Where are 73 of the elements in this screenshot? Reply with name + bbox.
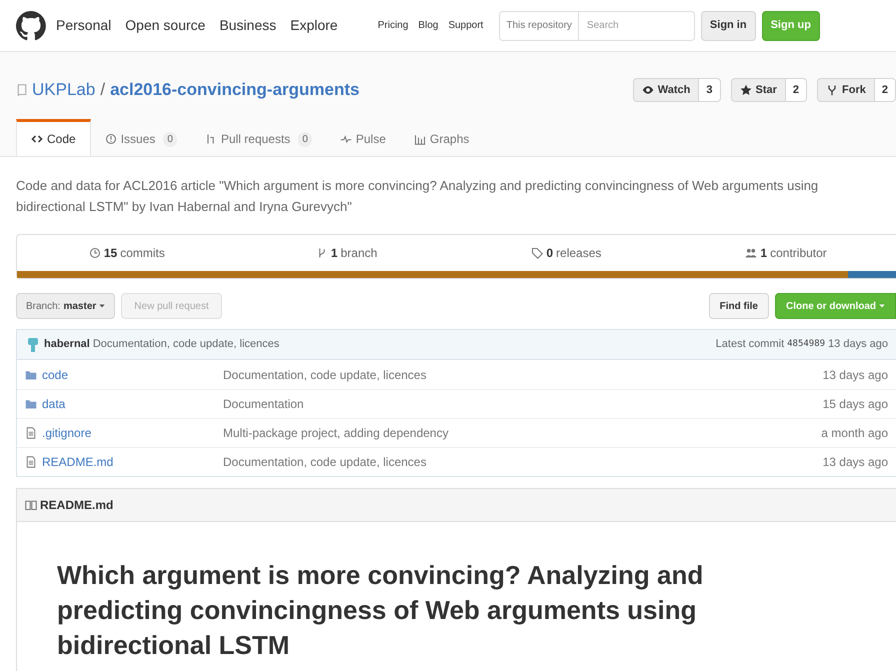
caret-icon bbox=[99, 303, 106, 309]
count-badge[interactable]: 2 bbox=[786, 78, 808, 102]
nav-link[interactable]: Pricing bbox=[378, 18, 408, 33]
folder-icon bbox=[25, 398, 37, 410]
commit-age: a month ago bbox=[821, 425, 888, 442]
nav-link[interactable]: Support bbox=[448, 18, 484, 33]
commit-message-link[interactable]: Multi-package project, adding dependency bbox=[223, 424, 448, 442]
eye-button[interactable]: Watch bbox=[632, 78, 700, 102]
folder-icon bbox=[25, 368, 37, 380]
tab[interactable]: Graphs bbox=[400, 119, 484, 156]
github-logo bbox=[16, 10, 46, 40]
commit-age: 13 days ago bbox=[828, 337, 888, 352]
fork-button[interactable]: Fork bbox=[817, 78, 875, 102]
file-link[interactable]: code bbox=[42, 366, 68, 384]
file-icon bbox=[25, 427, 37, 439]
nav-link[interactable]: Business bbox=[219, 15, 276, 36]
commit-age: 13 days ago bbox=[822, 366, 888, 384]
branch-select[interactable]: Branch: master bbox=[16, 293, 116, 319]
commit-age: 15 days ago bbox=[822, 396, 888, 413]
sign-in-button[interactable]: Sign in bbox=[700, 10, 756, 40]
count-badge[interactable]: 2 bbox=[874, 78, 896, 102]
tab[interactable]: Issues 0 bbox=[90, 119, 191, 156]
bar-chart-icon bbox=[414, 133, 426, 145]
path-separator: / bbox=[100, 79, 106, 102]
latest-commit-label: Latest commit bbox=[716, 337, 784, 352]
readme-title: README.md bbox=[40, 497, 114, 514]
count-badge[interactable]: 3 bbox=[699, 78, 720, 102]
tab[interactable]: Code bbox=[16, 119, 91, 156]
tab[interactable]: Pulse bbox=[326, 119, 400, 156]
repo-description: Code and data for ACL2016 article "Which argument is more convincing? Analyzing and predicting convincingness of Web arguments using bidirectional LSTM" by Ivan Habernal and Iryna Gurevych" bbox=[16, 177, 820, 216]
people-icon bbox=[745, 247, 758, 259]
star-icon bbox=[740, 84, 752, 96]
star-button[interactable]: Star bbox=[730, 78, 786, 102]
nav-link[interactable]: Personal bbox=[56, 15, 112, 36]
search-scope: This repository bbox=[499, 10, 579, 40]
clock-icon bbox=[88, 247, 101, 259]
pull-request-icon bbox=[204, 133, 217, 145]
commit-message-link[interactable]: Documentation, code update, licences bbox=[223, 453, 426, 471]
find-file-button[interactable]: Find file bbox=[708, 293, 769, 319]
summary-link[interactable]: 1 contributor bbox=[676, 244, 896, 262]
issue-icon bbox=[104, 133, 117, 145]
nav-link[interactable]: Explore bbox=[290, 15, 338, 36]
file-icon bbox=[25, 456, 37, 468]
commit-author-link[interactable]: habernal bbox=[44, 336, 90, 353]
summary-link[interactable]: 1 branch bbox=[236, 244, 456, 262]
book-icon bbox=[25, 499, 37, 511]
owner-link[interactable]: UKPLab bbox=[32, 77, 96, 103]
search-field[interactable]: Search bbox=[578, 10, 695, 40]
avatar-icon bbox=[25, 336, 41, 352]
commit-sha-link[interactable]: 4854989 bbox=[787, 338, 826, 352]
tab[interactable]: Pull requests 0 bbox=[190, 119, 326, 156]
caret-icon bbox=[879, 303, 885, 309]
commit-message-link[interactable]: Documentation, code update, licences bbox=[92, 336, 280, 353]
code-icon bbox=[31, 133, 43, 145]
nav-link[interactable]: Open source bbox=[125, 15, 206, 36]
count-badge: 0 bbox=[163, 132, 177, 146]
repo-icon bbox=[16, 83, 28, 97]
summary-link[interactable]: 0 releases bbox=[456, 244, 676, 262]
commit-message-link[interactable]: Documentation bbox=[223, 395, 304, 413]
commit-message-link[interactable]: Documentation, code update, licences bbox=[223, 366, 426, 384]
pulse-icon bbox=[340, 133, 352, 145]
eye-icon bbox=[642, 84, 654, 96]
repo-name-link[interactable]: acl2016-convincing-arguments bbox=[110, 77, 360, 103]
tag-icon bbox=[531, 247, 544, 259]
count-badge: 0 bbox=[298, 132, 312, 146]
file-link[interactable]: data bbox=[42, 395, 66, 413]
readme-heading: Which argument is more convincing? Analyzing and predicting convincingness of Web arguments using bidirectional LSTM bbox=[57, 559, 704, 662]
file-link[interactable]: README.md bbox=[42, 453, 114, 471]
fork-icon bbox=[826, 84, 838, 96]
summary-link[interactable]: 15 commits bbox=[17, 244, 237, 262]
file-link[interactable]: .gitignore bbox=[42, 424, 92, 442]
nav-link[interactable]: Blog bbox=[418, 18, 438, 33]
commit-age: 13 days ago bbox=[822, 454, 888, 471]
